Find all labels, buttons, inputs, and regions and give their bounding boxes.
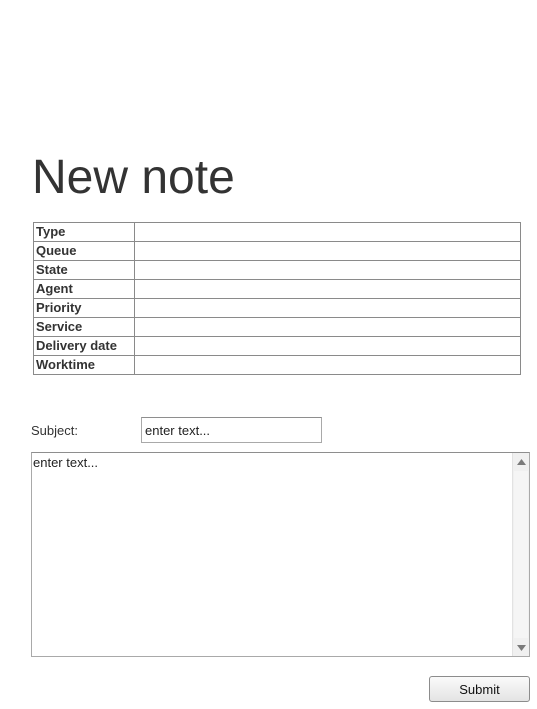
property-value: [134, 355, 521, 375]
property-label: Service: [33, 317, 135, 337]
property-label: Delivery date: [33, 336, 135, 356]
property-row-worktime: Worktime: [33, 355, 521, 375]
property-label: Type: [33, 222, 135, 242]
submit-button[interactable]: Submit: [429, 676, 530, 702]
property-value: [134, 298, 521, 318]
scrollbar-track[interactable]: [514, 471, 528, 638]
property-value: [134, 222, 521, 242]
property-row-type: Type: [33, 222, 521, 242]
property-label: Worktime: [33, 355, 135, 375]
property-label: State: [33, 260, 135, 280]
property-value: [134, 317, 521, 337]
page-title: New note: [32, 151, 235, 204]
note-body-text[interactable]: enter text...: [32, 453, 511, 656]
property-row-agent: Agent: [33, 279, 521, 299]
property-label: Priority: [33, 298, 135, 318]
property-row-queue: Queue: [33, 241, 521, 261]
property-value: [134, 336, 521, 356]
subject-input[interactable]: [141, 417, 322, 443]
property-label: Queue: [33, 241, 135, 261]
property-row-delivery-date: Delivery date: [33, 336, 521, 356]
triangle-down-icon[interactable]: [513, 639, 529, 656]
subject-label: Subject:: [31, 423, 78, 438]
property-row-state: State: [33, 260, 521, 280]
note-body-textarea[interactable]: enter text...: [31, 452, 530, 657]
triangle-up-icon[interactable]: [513, 453, 529, 470]
property-row-service: Service: [33, 317, 521, 337]
property-row-priority: Priority: [33, 298, 521, 318]
property-value: [134, 260, 521, 280]
property-label: Agent: [33, 279, 135, 299]
property-value: [134, 241, 521, 261]
vertical-scrollbar[interactable]: [512, 453, 529, 656]
property-value: [134, 279, 521, 299]
properties-table: Type Queue State Agent Priority Service …: [33, 222, 521, 375]
